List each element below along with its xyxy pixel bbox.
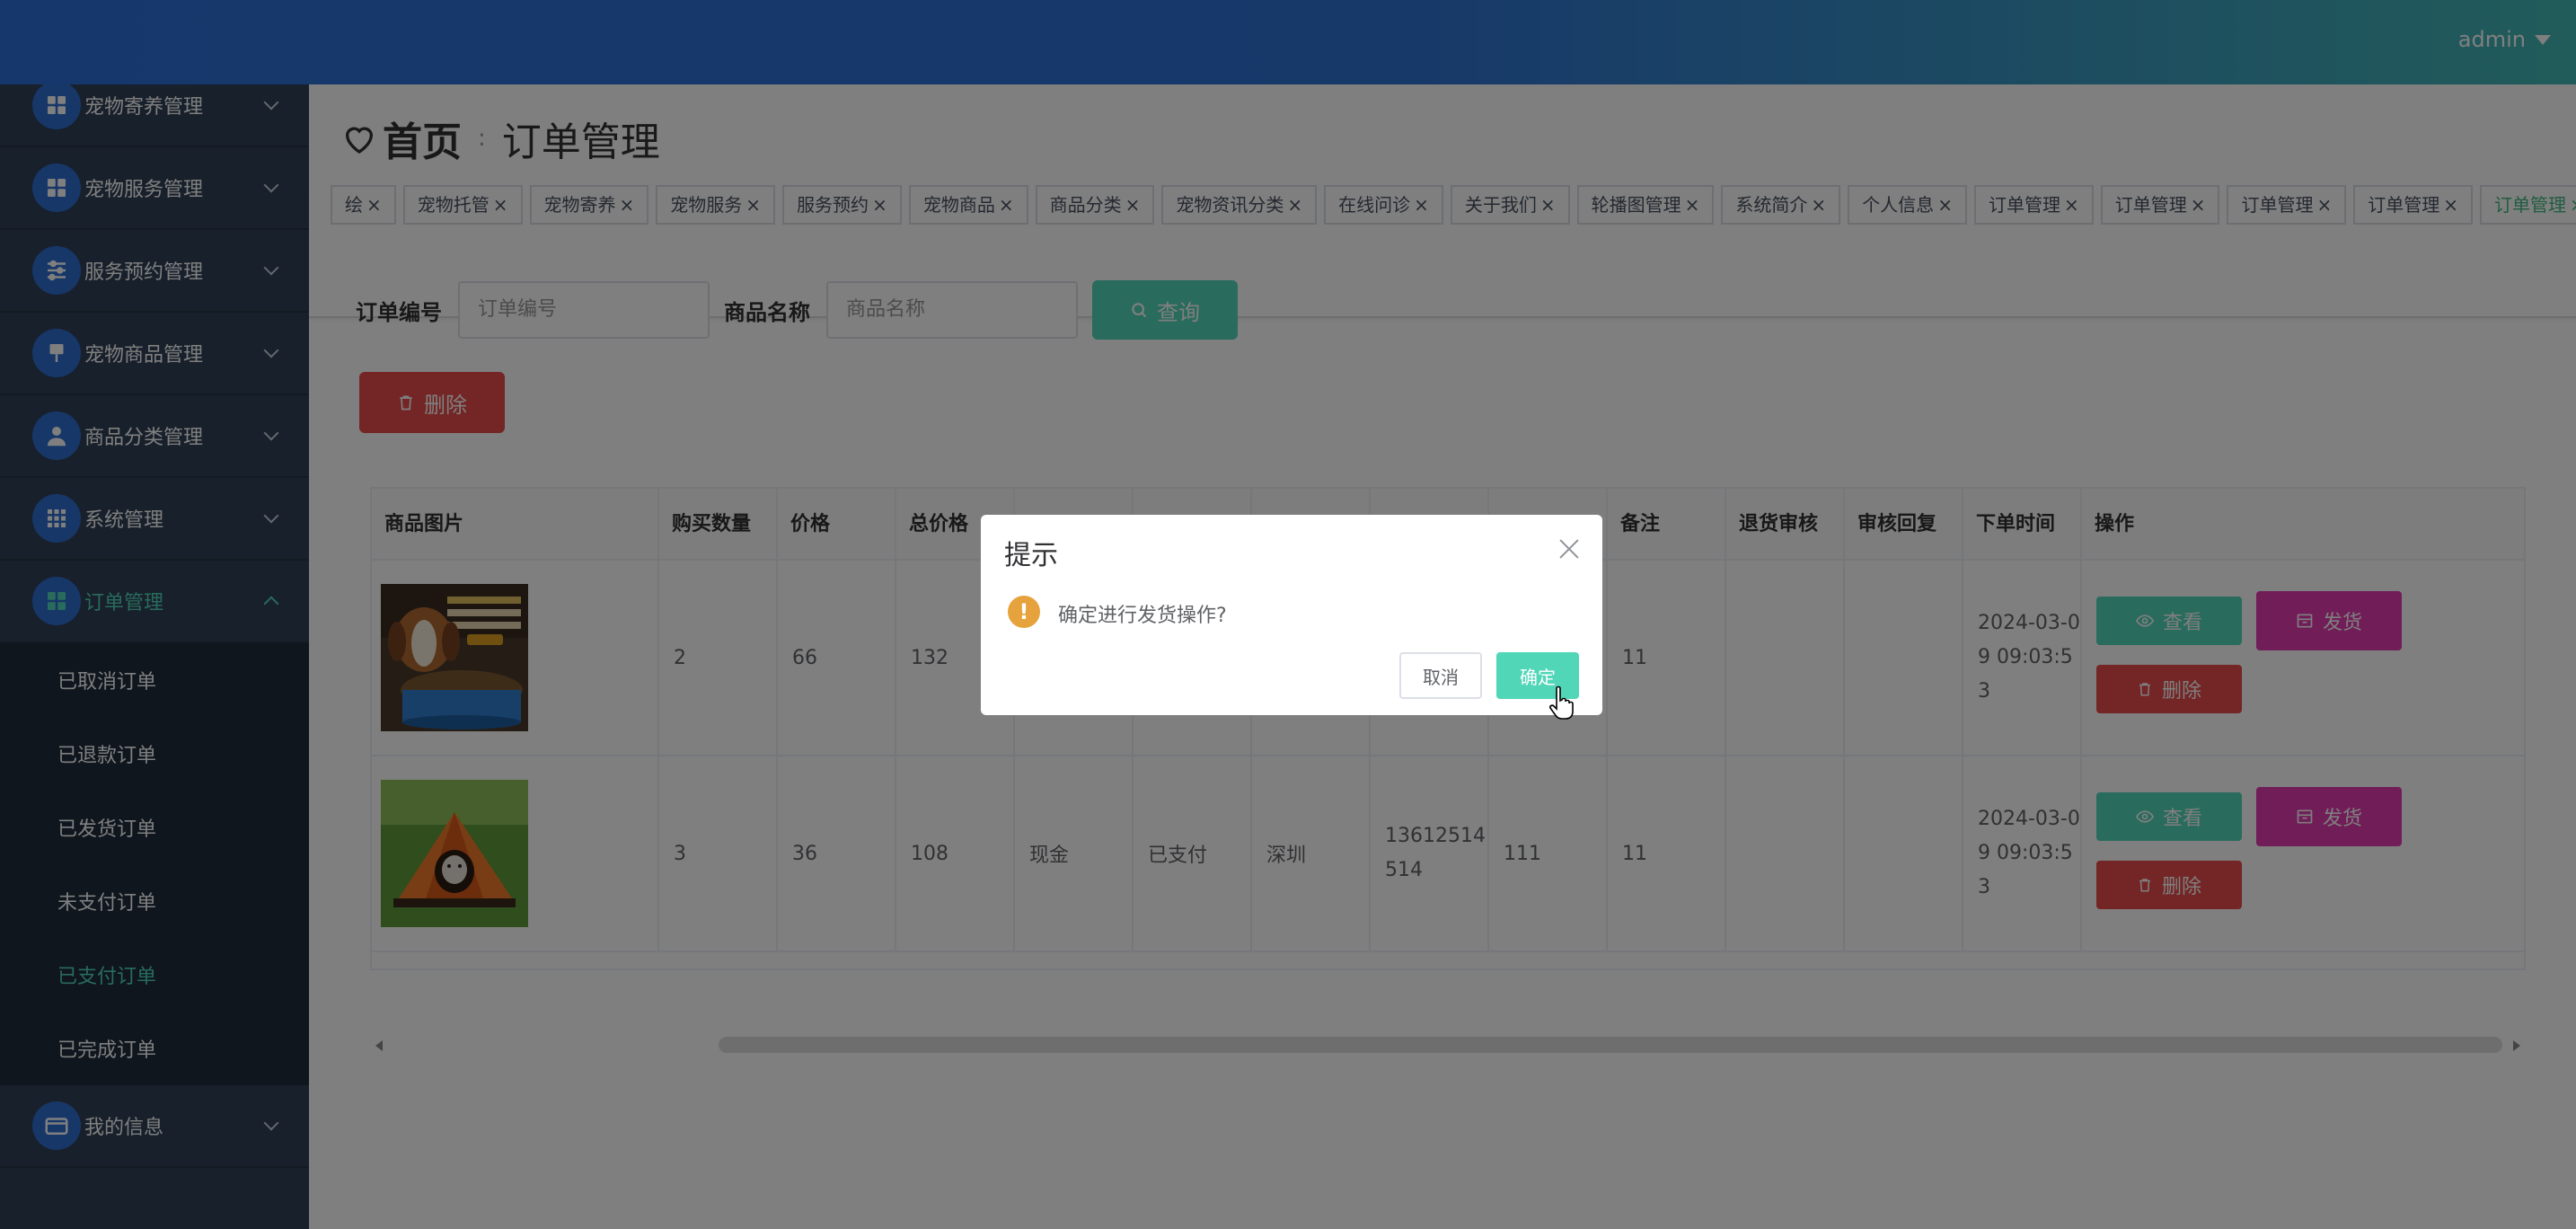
dialog-message: 确定进行发货操作?	[1058, 605, 1227, 627]
cancel-button[interactable]: 取消	[1399, 652, 1482, 699]
close-icon[interactable]	[1559, 538, 1579, 558]
hand-cursor-icon	[1549, 685, 1574, 720]
dialog-title: 提示	[1004, 540, 1058, 571]
warning-icon: !	[1008, 596, 1040, 628]
confirm-dialog: 提示 ! 确定进行发货操作? 取消 确定	[981, 515, 1602, 715]
